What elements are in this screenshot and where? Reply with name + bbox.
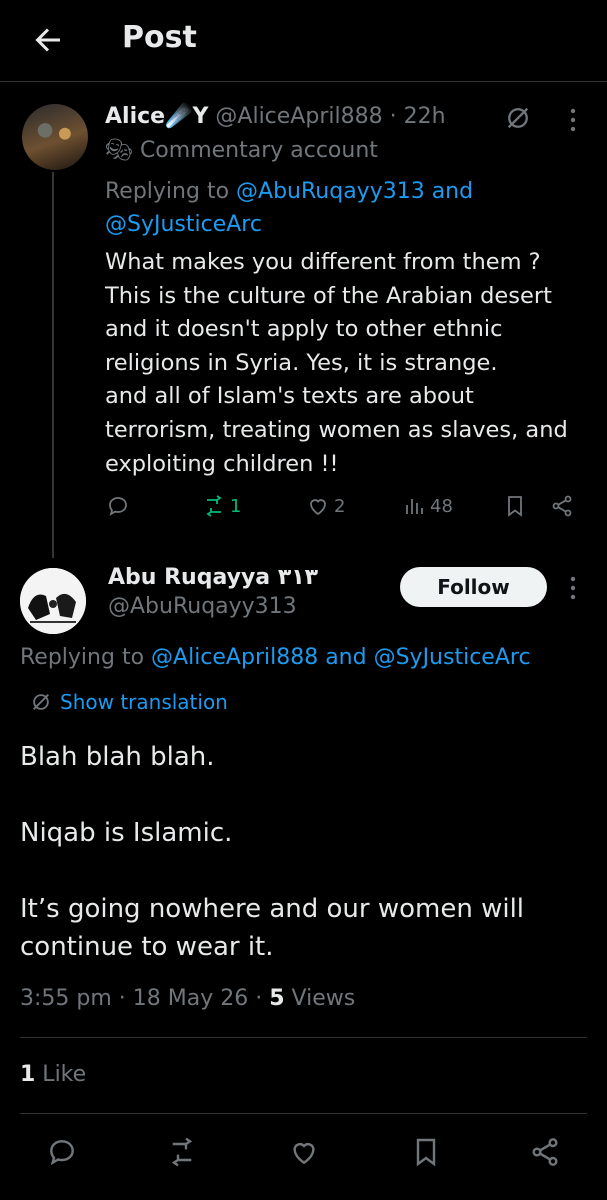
display-name[interactable]: Abu Ruqayya ٣١٣ bbox=[108, 565, 318, 590]
repost-icon[interactable] bbox=[166, 1136, 198, 1168]
divider bbox=[20, 1037, 587, 1038]
account-label: 🎭︎ Commentary account bbox=[105, 138, 378, 163]
heart-icon bbox=[310, 499, 326, 516]
avatar-image bbox=[20, 568, 86, 634]
views-label: Views bbox=[284, 986, 356, 1011]
share-icon[interactable] bbox=[529, 1136, 561, 1168]
replying-to: Replying to @AbuRuqayy313 and @SyJustice… bbox=[105, 175, 575, 241]
post-timestamp: 3:55 pm · 18 May 26 · 5 Views bbox=[20, 986, 355, 1011]
more-icon[interactable] bbox=[568, 574, 578, 602]
likes-label: Like bbox=[35, 1062, 87, 1087]
account-label-text: Commentary account bbox=[139, 138, 378, 163]
reply-icon[interactable] bbox=[46, 1136, 78, 1168]
avatar[interactable] bbox=[22, 104, 88, 170]
post-text: What makes you different from them ? Thi… bbox=[105, 249, 568, 477]
bookmark-icon[interactable] bbox=[410, 1136, 442, 1168]
like-count: 2 bbox=[334, 495, 346, 517]
heart-icon[interactable] bbox=[288, 1136, 320, 1168]
replying-link[interactable]: @AliceApril888 and @SyJusticeArc bbox=[151, 645, 531, 670]
show-translation-label: Show translation bbox=[60, 690, 228, 714]
avatar[interactable] bbox=[20, 568, 86, 634]
share-button[interactable] bbox=[550, 494, 574, 518]
post-text: Blah blah blah. Niqab is Islamic. It’s g… bbox=[20, 742, 525, 962]
handle[interactable]: @AbuRuqayy313 bbox=[108, 594, 297, 619]
views-icon bbox=[406, 499, 423, 514]
post-actions: 1 2 48 bbox=[0, 494, 607, 526]
replying-prefix: Replying to bbox=[105, 179, 237, 204]
repost-icon bbox=[206, 495, 222, 517]
share-icon bbox=[552, 495, 572, 517]
timestamp: · 22h bbox=[389, 104, 446, 129]
page-title: Post bbox=[122, 20, 197, 55]
repost-button[interactable]: 1 bbox=[202, 494, 241, 518]
divider bbox=[20, 1113, 587, 1114]
follow-button[interactable]: Follow bbox=[400, 567, 547, 607]
bookmark-icon bbox=[508, 496, 522, 517]
mask-icon: 🎭︎ bbox=[105, 138, 133, 163]
post-time: 3:55 pm · 18 May 26 · bbox=[20, 986, 270, 1011]
reply-button[interactable] bbox=[106, 494, 130, 518]
replying-prefix: Replying to bbox=[20, 645, 152, 670]
likes-summary[interactable]: 1 Like bbox=[20, 1062, 86, 1087]
views-count: 48 bbox=[430, 495, 453, 517]
back-arrow-icon[interactable] bbox=[30, 22, 66, 58]
views-count: 5 bbox=[269, 986, 285, 1011]
grok-icon bbox=[33, 694, 49, 710]
top-bar: Post bbox=[0, 0, 607, 82]
like-button[interactable]: 2 bbox=[306, 494, 345, 518]
views-button[interactable]: 48 bbox=[402, 494, 453, 518]
likes-count: 1 bbox=[20, 1062, 36, 1087]
replying-to: Replying to @AliceApril888 and @SyJustic… bbox=[20, 645, 531, 670]
bookmark-button[interactable] bbox=[503, 494, 527, 518]
grok-icon[interactable] bbox=[504, 104, 532, 132]
show-translation-button[interactable]: Show translation bbox=[30, 690, 228, 714]
display-name[interactable]: Alice☄️Y bbox=[105, 104, 208, 129]
more-icon[interactable] bbox=[568, 106, 578, 134]
reply-icon bbox=[109, 497, 127, 516]
handle[interactable]: @AliceApril888 bbox=[215, 104, 382, 129]
repost-count: 1 bbox=[230, 495, 242, 517]
author-line: Alice☄️Y @AliceApril888 · 22h bbox=[105, 104, 446, 129]
